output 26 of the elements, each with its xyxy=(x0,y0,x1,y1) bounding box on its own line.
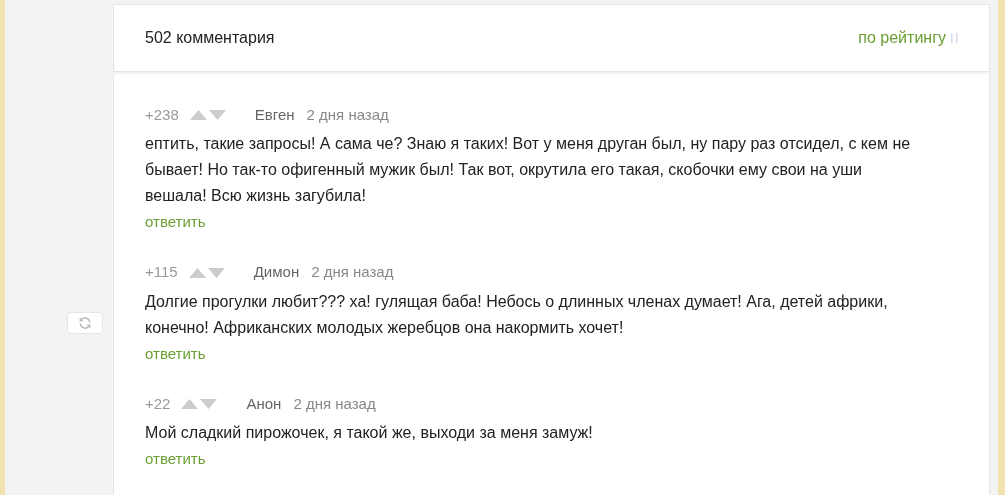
comment-time: 2 дня назад xyxy=(311,262,394,283)
reply-link[interactable]: ответить xyxy=(145,211,206,234)
comment-time: 2 дня назад xyxy=(293,393,376,414)
comment-author[interactable]: Евген xyxy=(254,103,295,127)
downvote-icon[interactable] xyxy=(200,399,218,409)
comment-author[interactable]: Анон xyxy=(246,392,282,416)
sort-icon xyxy=(951,32,958,44)
upvote-icon[interactable] xyxy=(189,110,207,120)
sort-link[interactable]: по рейтингу xyxy=(858,26,946,50)
comment-time: 2 дня назад xyxy=(306,104,389,125)
comment-score: +115 xyxy=(145,262,178,283)
refresh-icon xyxy=(78,316,92,330)
upvote-icon[interactable] xyxy=(188,267,206,278)
downvote-icon[interactable] xyxy=(208,110,226,120)
upvote-icon[interactable] xyxy=(181,399,199,409)
comment-text: ептить, такие запросы! А сама че? Знаю я таких! Вот у меня друган был, ну пару раз отсидел, с кем не бывает! Но так-то офигенный мужик был! Так вот, окрутила его такая, скобочки ему свои на уши вешала! Всю жизнь загубила! xyxy=(145,134,912,206)
refresh-button[interactable] xyxy=(67,312,103,334)
downvote-icon[interactable] xyxy=(207,267,225,278)
reply-link[interactable]: ответить xyxy=(145,342,206,365)
comment-score: +22 xyxy=(145,393,171,414)
comment-text: Мой сладкий пирожочек, я такой же, выходи за меня замуж! xyxy=(145,423,594,443)
comment-text: Долгие прогулки любит??? ха! гулящая баба! Небось о длинных членах думает! Ага, детей африки, конечно! Африканских молодых жеребцов она накормить хочет! xyxy=(145,291,889,338)
comment-count: 502 комментария xyxy=(145,28,275,48)
reply-link[interactable]: ответить xyxy=(145,448,206,471)
comment-author[interactable]: Димон xyxy=(253,261,300,284)
comment-score: +238 xyxy=(145,104,179,125)
